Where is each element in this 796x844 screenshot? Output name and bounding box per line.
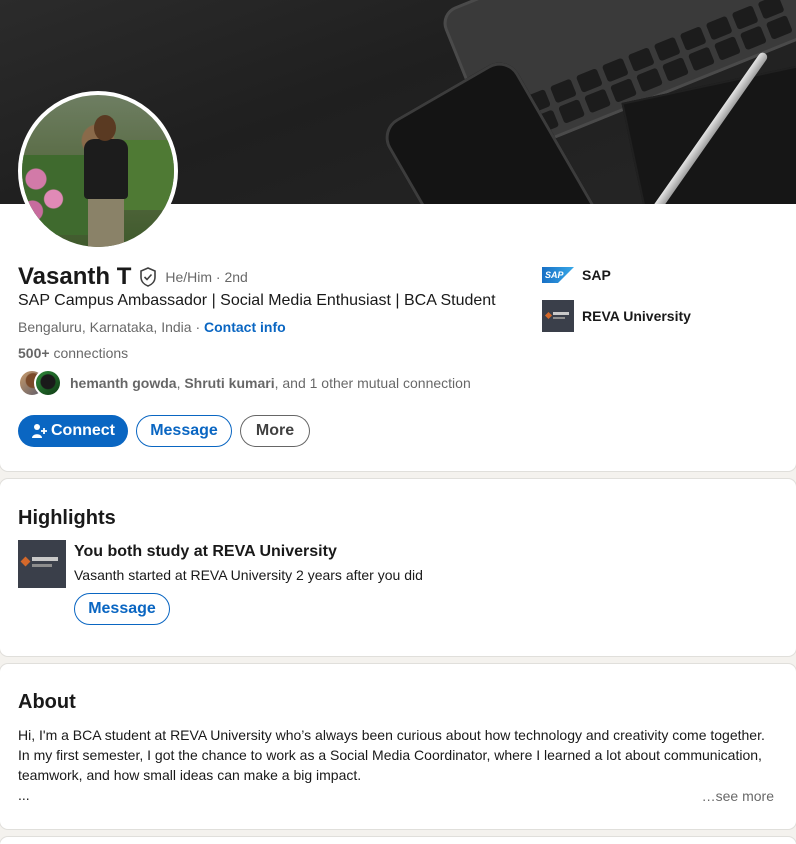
connect-label: Connect [51, 422, 115, 439]
profile-name[interactable]: Vasanth T [18, 263, 131, 291]
mutual-name-2: Shruti kumari [184, 375, 275, 391]
pronouns-degree: He/Him · 2nd [165, 269, 248, 285]
sap-logo: SAP [542, 267, 574, 283]
mutual-connections[interactable]: hemanth gowda, Shruti kumari, and 1 othe… [18, 369, 471, 397]
next-section-card [0, 837, 796, 844]
name-row: Vasanth T He/Him · 2nd [18, 263, 248, 291]
connect-button[interactable]: Connect [18, 415, 128, 447]
more-label: More [255, 422, 295, 439]
profile-avatar[interactable] [18, 91, 178, 251]
about-title: About [18, 691, 76, 713]
mutual-name-1: hemanth gowda [70, 375, 177, 391]
message-button[interactable]: Message [136, 415, 232, 447]
org-sap[interactable]: SAP SAP [542, 267, 611, 283]
org-reva-university[interactable]: REVA University [542, 300, 691, 332]
org-sap-label: SAP [582, 267, 611, 283]
highlight-message-label: Message [88, 600, 156, 617]
reva-university-logo [542, 300, 574, 332]
add-person-icon [32, 424, 47, 438]
highlight-message-button[interactable]: Message [74, 593, 170, 625]
connections-label: connections [53, 345, 129, 361]
about-text: Hi, I'm a BCA student at REVA University… [18, 727, 765, 803]
see-more-link[interactable]: …see more [702, 788, 774, 804]
connections-count[interactable]: 500+ connections [18, 345, 128, 361]
more-button[interactable]: More [240, 415, 310, 447]
message-label: Message [150, 422, 218, 439]
mutual-avatars [18, 369, 64, 397]
profile-card: Vasanth T He/Him · 2nd SAP Campus Ambass… [0, 0, 796, 471]
highlight-title: You both study at REVA University [74, 543, 337, 560]
highlights-title: Highlights [18, 507, 116, 529]
mutual-text: hemanth gowda, Shruti kumari, and 1 othe… [70, 375, 471, 391]
highlight-subtitle: Vasanth started at REVA University 2 yea… [74, 567, 423, 583]
mutual-rest: , and 1 other mutual connection [274, 375, 471, 391]
location-text: Bengaluru, Karnataka, India · [18, 319, 201, 335]
contact-info-link[interactable]: Contact info [204, 319, 286, 335]
connections-number: 500+ [18, 345, 50, 361]
org-reva-label: REVA University [582, 308, 691, 324]
mutual-avatar-2 [34, 369, 62, 397]
highlight-reva-logo[interactable] [18, 540, 66, 588]
verified-shield-icon[interactable] [139, 267, 157, 287]
profile-headline: SAP Campus Ambassador | Social Media Ent… [18, 292, 496, 309]
location-row: Bengaluru, Karnataka, India · Contact in… [18, 319, 286, 335]
